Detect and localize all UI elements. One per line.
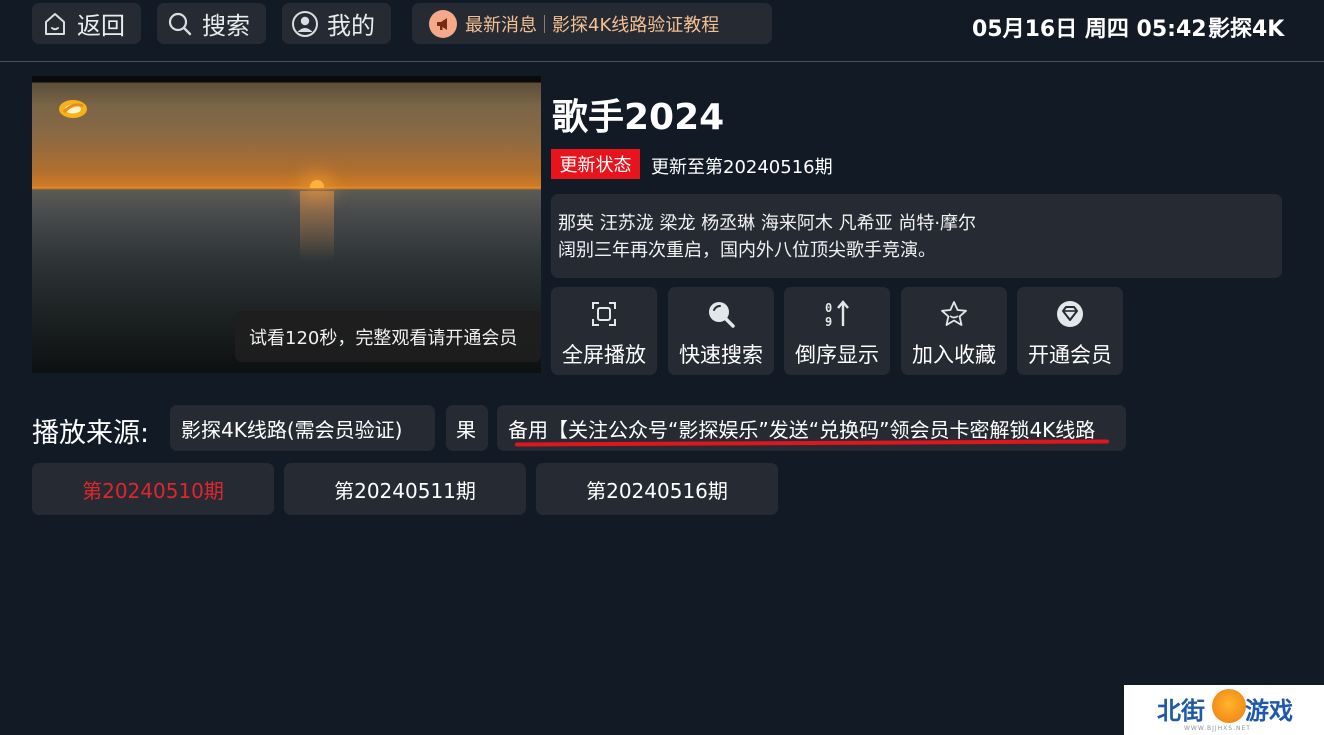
app-screen: 返回 搜索 我的 最新消息 影探4K线路验证教程 05月16日 周四 05:42… — [0, 0, 1324, 735]
video-frame-sun — [310, 180, 324, 188]
news-ticker[interactable]: 最新消息 影探4K线路验证教程 — [412, 3, 772, 44]
reverse-order-label: 倒序显示 — [795, 343, 879, 367]
fullscreen-label: 全屏播放 — [562, 343, 646, 367]
vip-label: 开通会员 — [1028, 343, 1112, 367]
vip-button[interactable]: 开通会员 — [1017, 287, 1123, 375]
news-separator — [544, 14, 545, 33]
svg-text:9: 9 — [825, 315, 832, 329]
watermark-sun-icon — [1212, 689, 1246, 723]
back-label: 返回 — [77, 12, 125, 40]
source-label: 播放来源: — [32, 418, 150, 449]
episode-button[interactable]: 第20240511期 — [284, 463, 526, 515]
fullscreen-icon — [589, 299, 619, 329]
search-icon — [706, 299, 736, 329]
megaphone-icon — [429, 9, 457, 38]
favorite-button[interactable]: 加入收藏 — [901, 287, 1007, 375]
search-label: 搜索 — [202, 12, 250, 40]
fullscreen-button[interactable]: 全屏播放 — [551, 287, 657, 375]
star-icon — [939, 299, 969, 329]
video-frame-reflection — [300, 191, 334, 261]
watermark-text-b: 游戏 — [1245, 697, 1293, 725]
source-chip-guo[interactable]: 果 — [446, 405, 488, 451]
search-button[interactable]: 搜索 — [157, 3, 266, 44]
brand-name: 影探4K — [1208, 17, 1285, 42]
back-button[interactable]: 返回 — [32, 3, 141, 44]
search-icon — [166, 10, 194, 38]
profile-label: 我的 — [327, 12, 375, 40]
news-title: 最新消息 — [465, 14, 537, 36]
vip-icon — [1055, 299, 1085, 329]
user-icon — [291, 10, 319, 38]
episode-button[interactable]: 第20240516期 — [536, 463, 778, 515]
news-text: 影探4K线路验证教程 — [552, 14, 720, 36]
status-text: 更新至第20240516期 — [651, 157, 833, 178]
show-description: 阔别三年再次重启，国内外八位顶尖歌手竞演。 — [558, 240, 936, 261]
watermark-logo: 北街 游戏 WWW.BJJHXS.NET — [1124, 685, 1324, 735]
reverse-order-button[interactable]: 09 倒序显示 — [784, 287, 890, 375]
top-divider — [0, 61, 1324, 62]
episode-button[interactable]: 第20240510期 — [32, 463, 274, 515]
description-box: 那英 汪苏泷 梁龙 杨丞琳 海来阿木 凡希亚 尚特·摩尔 阔别三年再次重启，国内… — [551, 194, 1282, 278]
watermark-url: WWW.BJJHXS.NET — [1184, 725, 1251, 732]
quick-search-label: 快速搜索 — [679, 343, 763, 367]
home-icon — [41, 10, 69, 38]
trial-tip: 试看120秒，完整观看请开通会员 — [235, 311, 541, 362]
favorite-label: 加入收藏 — [912, 343, 996, 367]
quick-search-button[interactable]: 快速搜索 — [668, 287, 774, 375]
clock: 05月16日 周四 05:42 — [972, 17, 1207, 42]
show-title: 歌手2024 — [552, 97, 725, 138]
status-badge: 更新状态 — [551, 149, 640, 179]
source-chip-4k[interactable]: 影探4K线路(需会员验证) — [170, 405, 435, 451]
profile-button[interactable]: 我的 — [282, 3, 391, 44]
channel-logo-icon — [59, 100, 87, 118]
svg-text:0: 0 — [825, 301, 832, 315]
sort-icon: 09 — [822, 299, 852, 329]
top-bar: 返回 搜索 我的 最新消息 影探4K线路验证教程 05月16日 周四 05:42… — [0, 0, 1324, 62]
cast-list: 那英 汪苏泷 梁龙 杨丞琳 海来阿木 凡希亚 尚特·摩尔 — [558, 213, 977, 234]
watermark-text-a: 北街 — [1157, 697, 1205, 725]
